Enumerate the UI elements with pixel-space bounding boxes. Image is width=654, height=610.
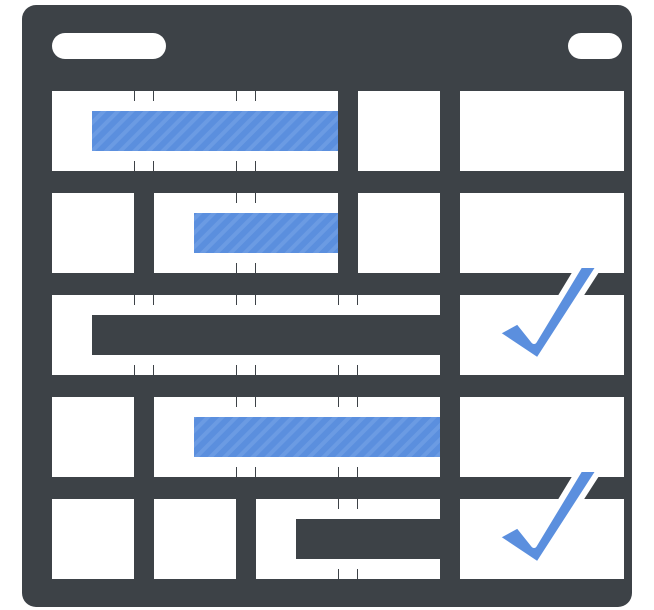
gridline-notch [135, 91, 153, 101]
grid-cell [52, 499, 134, 579]
task-bar-active [194, 213, 338, 253]
gantt-chart-schedule-icon [22, 5, 632, 607]
gridline-notch [237, 295, 255, 305]
gridline-notch [237, 263, 255, 273]
gridline-notch [339, 295, 357, 305]
gridline-notch [135, 365, 153, 375]
gantt-chart-icon [0, 0, 654, 610]
task-bar-active [92, 111, 338, 151]
gridline-notch [237, 467, 255, 477]
gridline-notch [135, 295, 153, 305]
gridline-notch [237, 397, 255, 407]
gridline-notch [237, 161, 255, 171]
task-bar-active [194, 417, 440, 457]
grid-cell [460, 397, 624, 477]
grid-cell [460, 91, 624, 171]
gridline-notch [339, 365, 357, 375]
grid-cell [358, 193, 440, 273]
gridline-notch [339, 499, 357, 509]
titlebar-right-pill [568, 33, 622, 59]
task-bar-done [92, 315, 440, 355]
gridline-notch [237, 91, 255, 101]
gridline-notch [237, 193, 255, 203]
task-bar-done [296, 519, 440, 559]
gridline-notch [135, 161, 153, 171]
gridline-notch [339, 569, 357, 579]
grid-cell [52, 397, 134, 477]
titlebar-left-pill [52, 33, 166, 59]
gridline-notch [237, 365, 255, 375]
gridline-notch [339, 467, 357, 477]
gridline-notch [339, 397, 357, 407]
grid-cell [154, 499, 236, 579]
grid-cell [460, 193, 624, 273]
grid-cell [358, 91, 440, 171]
grid-cell [52, 193, 134, 273]
